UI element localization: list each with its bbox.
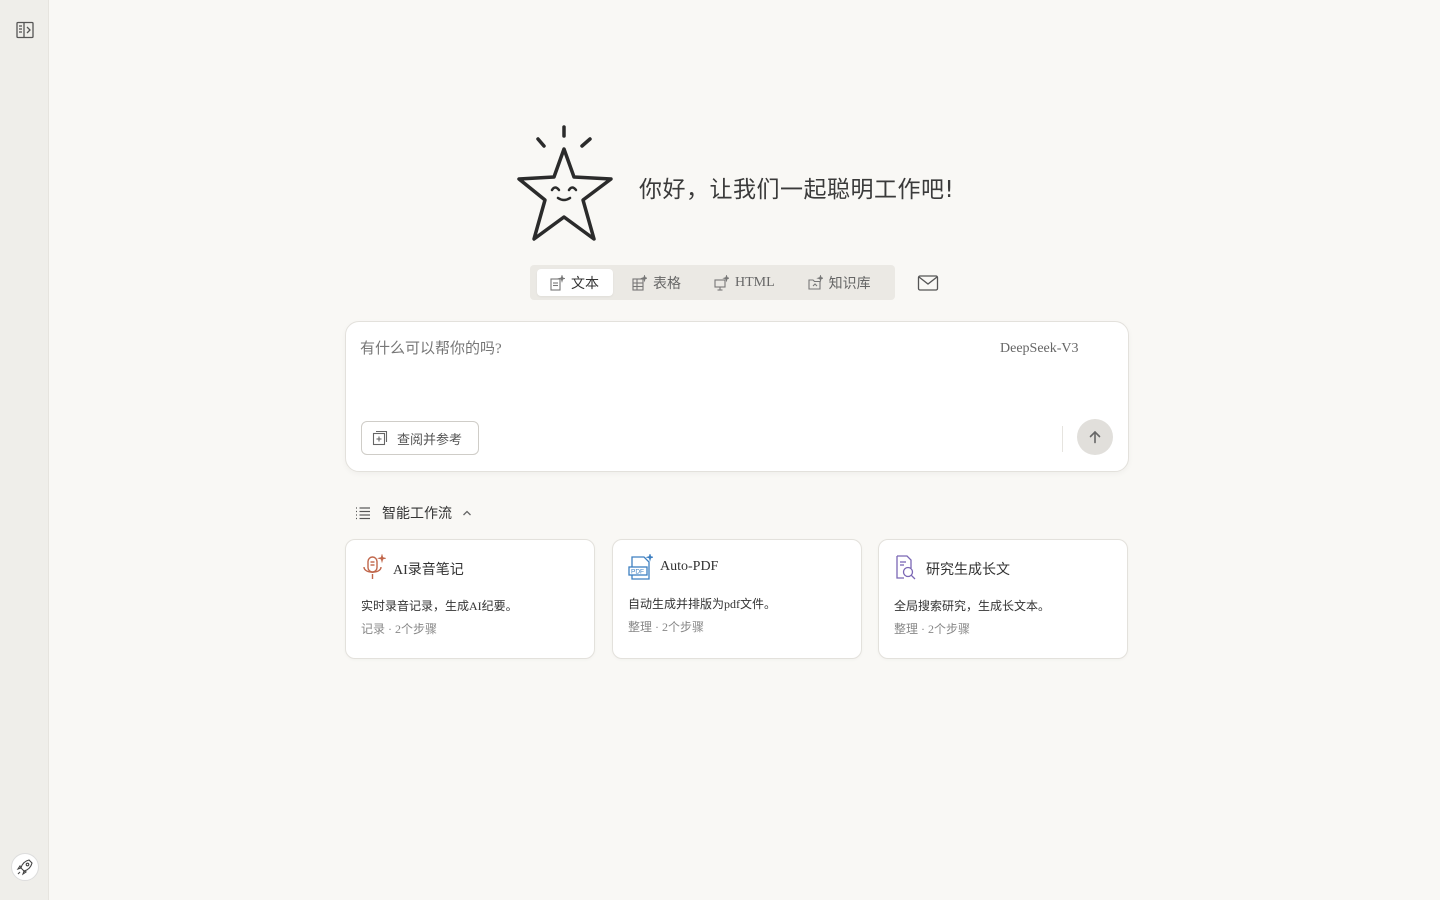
- tab-html-label: HTML: [735, 274, 775, 290]
- microphone-icon: [363, 554, 386, 579]
- folder-sparkle-icon: [807, 274, 823, 291]
- reference-button[interactable]: 查阅并参考: [361, 421, 479, 455]
- greeting-text: 你好，让我们一起聪明工作吧!: [639, 177, 955, 203]
- add-reference-icon: [372, 430, 388, 446]
- tab-knowledge-base-label: 知识库: [828, 276, 871, 292]
- card-description: 自动生成并排版为pdf文件。: [628, 597, 776, 611]
- table-sparkle-icon: [631, 274, 647, 291]
- mail-icon: [917, 275, 939, 291]
- svg-text:PDF: PDF: [631, 569, 644, 576]
- hero: 你好，让我们一起聪明工作吧!: [516, 122, 996, 246]
- doc-sparkle-icon: [549, 274, 565, 291]
- arrow-up-icon: [1089, 430, 1101, 444]
- tab-html[interactable]: HTML: [701, 269, 789, 296]
- tab-table-label: 表格: [653, 276, 681, 292]
- chat-input[interactable]: [360, 336, 960, 362]
- code-sparkle-icon: [713, 274, 729, 291]
- composer-divider: [1062, 426, 1063, 452]
- workflow-title: 智能工作流: [382, 507, 452, 522]
- rocket-icon: [16, 859, 33, 876]
- chat-composer: DeepSeek-V3 查阅并参考: [345, 321, 1129, 472]
- list-icon: [356, 507, 370, 520]
- card-title: Auto-PDF: [660, 559, 719, 574]
- card-title: 研究生成长文: [926, 563, 1010, 578]
- sidebar-toggle-button[interactable]: [14, 19, 36, 41]
- search-document-icon: [896, 555, 916, 580]
- sidebar-expand-icon: [16, 21, 34, 39]
- chevron-up-icon: [463, 510, 471, 516]
- mail-button[interactable]: [916, 272, 940, 294]
- card-meta: 整理 · 2个步骤: [628, 620, 704, 634]
- tab-table[interactable]: 表格: [619, 269, 695, 296]
- tab-text[interactable]: 文本: [537, 269, 613, 296]
- card-meta: 整理 · 2个步骤: [894, 622, 970, 636]
- sidebar: [0, 0, 49, 900]
- card-title: AI录音笔记: [393, 563, 464, 578]
- user-avatar[interactable]: [11, 853, 39, 881]
- workflow-card-auto-pdf[interactable]: PDF Auto-PDF 自动生成并排版为pdf文件。 整理 · 2个步骤: [612, 539, 862, 659]
- card-description: 实时录音记录，生成AI纪要。: [361, 599, 518, 613]
- pdf-file-icon: PDF: [628, 554, 653, 580]
- model-selector[interactable]: DeepSeek-V3: [1000, 341, 1079, 357]
- star-mascot-icon: [517, 125, 613, 241]
- card-description: 全局搜索研究，生成长文本。: [894, 599, 1051, 613]
- workflow-section-toggle[interactable]: 智能工作流: [354, 502, 472, 524]
- tab-knowledge-base[interactable]: 知识库: [795, 269, 885, 296]
- workflow-card-ai-recording[interactable]: AI录音笔记 实时录音记录，生成AI纪要。 记录 · 2个步骤: [345, 539, 595, 659]
- card-meta: 记录 · 2个步骤: [361, 622, 437, 636]
- send-button[interactable]: [1077, 419, 1113, 455]
- workflow-card-research-writing[interactable]: 研究生成长文 全局搜索研究，生成长文本。 整理 · 2个步骤: [878, 539, 1128, 659]
- tab-text-label: 文本: [571, 276, 599, 292]
- mode-tab-bar: 文本 表格 HTML 知识库: [530, 265, 895, 300]
- reference-button-label: 查阅并参考: [397, 431, 463, 447]
